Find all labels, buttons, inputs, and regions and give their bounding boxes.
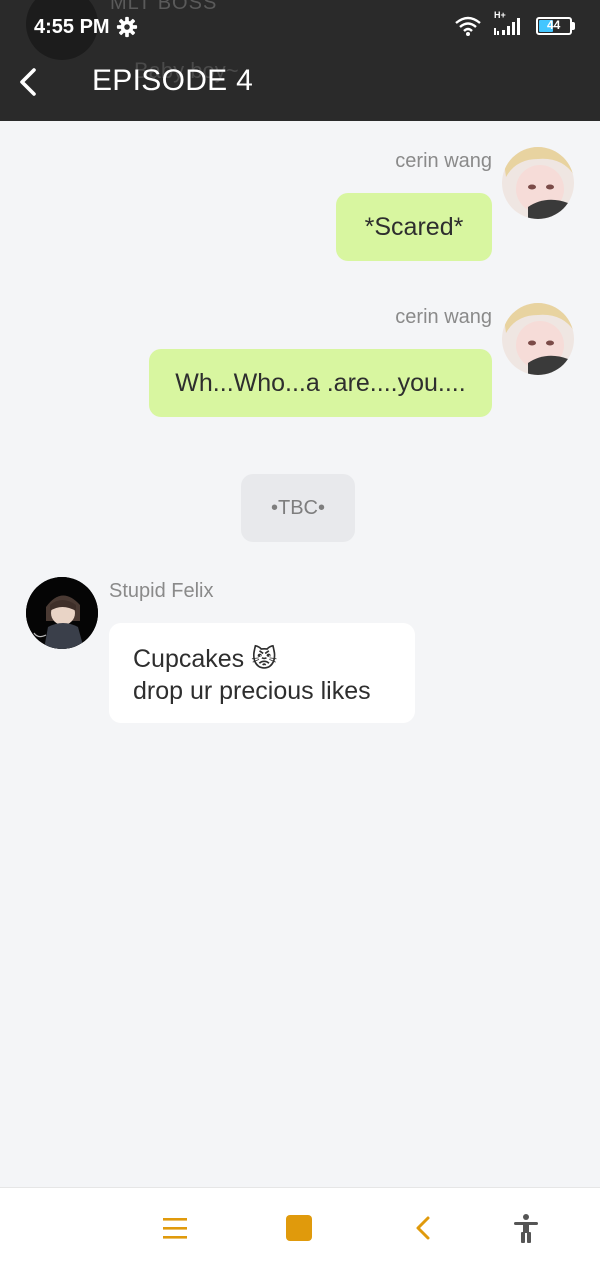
signal-icon: H+ — [492, 10, 526, 38]
battery-level: 44 — [547, 18, 561, 32]
message-line: drop ur precious likes — [133, 677, 371, 705]
sender-name: cerin wang — [395, 150, 492, 172]
system-message: •TBC• — [241, 474, 355, 542]
bottom-nav — [0, 1187, 600, 1267]
message-bubble: Cupcakes 😾 drop ur precious likes — [109, 623, 415, 723]
avatar[interactable] — [502, 303, 574, 375]
gear-icon — [116, 16, 138, 38]
home-square-icon[interactable] — [281, 1210, 317, 1246]
chevron-left-icon[interactable] — [14, 62, 44, 102]
message-bubble: *Scared* — [336, 193, 492, 261]
status-time: 4:55 PM — [34, 16, 110, 38]
battery-icon: 44 — [536, 17, 576, 35]
wifi-icon — [455, 16, 481, 36]
menu-icon[interactable] — [157, 1210, 193, 1246]
back-icon[interactable] — [406, 1210, 442, 1246]
top-bar: MLT BOSS Baby boy~ 4:55 PM H+ 44 EPISODE… — [0, 0, 600, 121]
avatar[interactable] — [502, 147, 574, 219]
message-line: Cupcakes 😾 — [133, 645, 278, 673]
accessibility-icon[interactable] — [508, 1210, 544, 1246]
avatar[interactable] — [26, 577, 98, 649]
message-bubble: Wh...Who...a .are....you.... — [149, 349, 492, 417]
sender-name: Stupid Felix — [109, 580, 214, 602]
background-text: MLT BOSS — [110, 0, 218, 14]
page-title: EPISODE 4 — [92, 64, 254, 97]
sender-name: cerin wang — [395, 306, 492, 328]
status-icons: H+ 44 — [454, 10, 576, 38]
